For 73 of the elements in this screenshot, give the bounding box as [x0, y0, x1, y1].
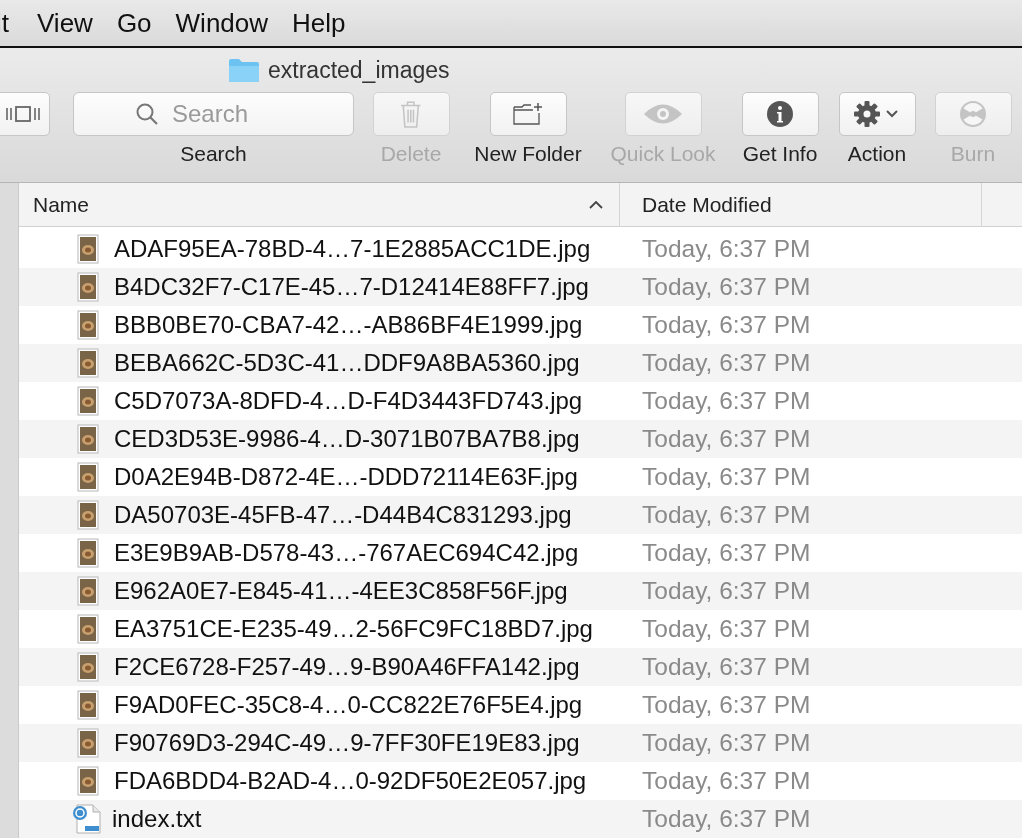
image-thumbnail-icon — [77, 728, 99, 758]
file-name[interactable]: FDA6BDD4-B2AD-4…0-92DF50E2E057.jpg — [114, 767, 587, 795]
date-modified: Today, 6:37 PM — [641, 501, 811, 529]
menu-item[interactable]: View — [37, 7, 117, 39]
image-thumbnail-icon — [77, 766, 99, 796]
file-name[interactable]: CED3D53E-9986-4…D-3071B07BA7B8.jpg — [114, 425, 580, 453]
date-modified: Today, 6:37 PM — [641, 615, 811, 643]
file-name[interactable]: E962A0E7-E845-41…-4EE3C858F56F.jpg — [114, 577, 568, 605]
action-button[interactable] — [838, 92, 916, 136]
file-name[interactable]: index.txt — [112, 805, 202, 833]
file-name[interactable]: EA3751CE-E235-49…2-56FC9FC18BD7.jpg — [114, 615, 593, 643]
toolbar-label: Search — [180, 142, 247, 166]
image-thumbnail-icon — [77, 234, 99, 264]
column-header[interactable]: Name — [19, 183, 620, 226]
date-modified: Today, 6:37 PM — [641, 425, 811, 453]
radiation-icon — [959, 100, 987, 128]
date-modified: Today, 6:37 PM — [641, 311, 811, 339]
file-name[interactable]: F90769D3-294C-49…9-7FF30FE19E83.jpg — [114, 729, 580, 757]
eye-icon — [643, 103, 683, 125]
image-thumbnail-icon — [77, 462, 99, 492]
window-title: extracted_images — [268, 56, 450, 84]
gear-dropdown-icon — [853, 100, 901, 128]
date-modified: Today, 6:37 PM — [641, 767, 811, 795]
file-name[interactable]: F9AD0FEC-35C8-4…0-CC822E76F5E4.jpg — [114, 691, 583, 719]
image-thumbnail-icon — [77, 614, 99, 644]
file-name[interactable]: BEBA662C-5D3C-41…DDF9A8BA5360.jpg — [114, 349, 580, 377]
search-field[interactable]: Search — [73, 92, 354, 136]
text-file-icon — [71, 803, 103, 835]
file-name[interactable]: E3E9B9AB-D578-43…-767AEC694C42.jpg — [114, 539, 579, 567]
menu-item[interactable]: Go — [116, 7, 176, 39]
menu-item[interactable]: it — [0, 7, 37, 39]
date-modified: Today, 6:37 PM — [641, 235, 811, 263]
file-name[interactable]: F2CE6728-F257-49…9-B90A46FFA142.jpg — [114, 653, 580, 681]
file-name[interactable]: D0A2E94B-D872-4E…-DDD72114E63F.jpg — [114, 463, 578, 491]
date-modified: Today, 6:37 PM — [641, 729, 811, 757]
date-modified: Today, 6:37 PM — [641, 653, 811, 681]
menu-item[interactable]: Window — [175, 7, 293, 39]
toolbar-label: Get Info — [742, 142, 818, 166]
file-name[interactable]: ADAF95EA-78BD-4…7-1E2885ACC1DE.jpg — [114, 235, 591, 263]
date-modified: Today, 6:37 PM — [641, 805, 811, 833]
date-modified: Today, 6:37 PM — [641, 691, 811, 719]
image-thumbnail-icon — [77, 576, 99, 606]
date-modified: Today, 6:37 PM — [641, 463, 811, 491]
info-button[interactable] — [741, 92, 819, 136]
image-thumbnail-icon — [77, 386, 99, 416]
folder-icon — [228, 57, 260, 83]
date-modified: Today, 6:37 PM — [641, 387, 811, 415]
image-thumbnail-icon — [77, 690, 99, 720]
image-thumbnail-icon — [77, 310, 99, 340]
column-header[interactable]: Date Modified — [620, 183, 982, 226]
image-thumbnail-icon — [77, 652, 99, 682]
new-folder-button[interactable] — [489, 92, 567, 136]
date-modified: Today, 6:37 PM — [641, 577, 811, 605]
file-name[interactable]: DA50703E-45FB-47…-D44B4C831293.jpg — [114, 501, 572, 529]
cover-flow-icon — [5, 105, 41, 123]
date-modified: Today, 6:37 PM — [641, 349, 811, 377]
date-modified: Today, 6:37 PM — [641, 539, 811, 567]
folder-plus-icon — [513, 102, 543, 126]
toolbar-label: Action — [847, 142, 907, 166]
image-thumbnail-icon — [77, 538, 99, 568]
image-thumbnail-icon — [77, 272, 99, 302]
sort-caret-icon — [589, 200, 603, 209]
file-name[interactable]: BBB0BE70-CBA7-42…-AB86BF4E1999.jpg — [114, 311, 583, 339]
toolbar-label: New Folder — [474, 142, 582, 166]
image-thumbnail-icon — [77, 500, 99, 530]
menu-item[interactable]: Help — [292, 7, 370, 39]
image-thumbnail-icon — [77, 348, 99, 378]
trash-icon — [400, 100, 422, 128]
image-thumbnail-icon — [77, 424, 99, 454]
file-name[interactable]: B4DC32F7-C17E-45…7-D12414E88FF7.jpg — [114, 273, 589, 301]
file-name[interactable]: C5D7073A-8DFD-4…D-F4D3443FD743.jpg — [114, 387, 583, 415]
info-icon — [766, 100, 794, 128]
date-modified: Today, 6:37 PM — [641, 273, 811, 301]
